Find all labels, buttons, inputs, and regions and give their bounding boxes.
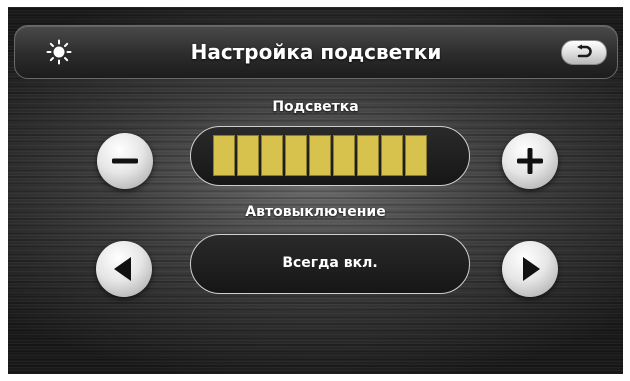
triangle-right-icon: [523, 257, 540, 281]
backlight-level-bar: [381, 135, 403, 176]
auto-off-label: Автовыключение: [245, 204, 386, 220]
backlight-level-bar: [405, 135, 427, 176]
backlight-settings-screen: Настройка подсветки Подсветка Автовыключ…: [8, 7, 623, 374]
page-title: Настройка подсветки: [190, 40, 442, 64]
backlight-level-bar: [333, 135, 355, 176]
auto-off-previous-button[interactable]: [96, 241, 152, 297]
plus-icon: [517, 148, 543, 174]
minus-icon: [112, 158, 138, 164]
auto-off-value-box: Всегда вкл.: [190, 234, 470, 294]
backlight-label: Подсветка: [272, 99, 359, 115]
backlight-level-bar: [309, 135, 331, 176]
backlight-bars: [213, 135, 427, 176]
backlight-level-bar: [285, 135, 307, 176]
header-bar: Настройка подсветки: [14, 25, 618, 79]
back-arrow-icon: [577, 44, 592, 58]
backlight-level-bar: [213, 135, 235, 176]
back-button[interactable]: [561, 40, 607, 65]
triangle-left-icon: [114, 257, 131, 281]
backlight-level-bar: [237, 135, 259, 176]
increase-backlight-button[interactable]: [502, 133, 558, 189]
backlight-level-indicator: [190, 126, 470, 186]
auto-off-value: Всегда вкл.: [282, 255, 378, 271]
backlight-level-bar: [357, 135, 379, 176]
decrease-backlight-button[interactable]: [97, 133, 153, 189]
auto-off-next-button[interactable]: [502, 241, 558, 297]
backlight-level-bar: [261, 135, 283, 176]
